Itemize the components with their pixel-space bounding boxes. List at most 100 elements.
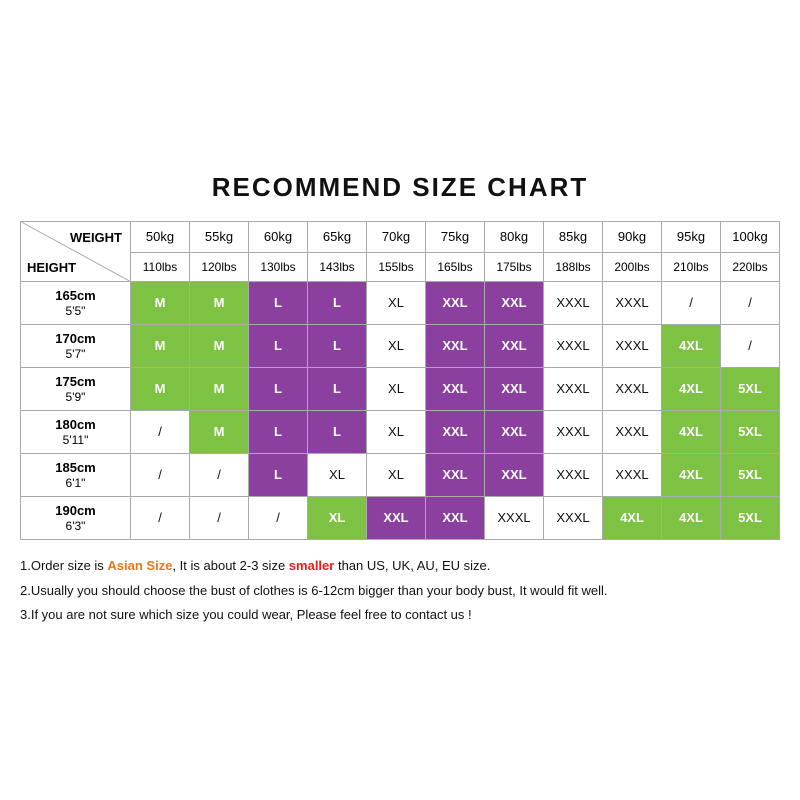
size-cell: L xyxy=(249,324,308,367)
size-cell: M xyxy=(131,367,190,410)
size-cell: / xyxy=(721,281,780,324)
size-cell: XXXL xyxy=(603,410,662,453)
size-cell: M xyxy=(190,367,249,410)
size-cell: M xyxy=(190,281,249,324)
kg-header: 70kg xyxy=(367,221,426,252)
kg-header: 65kg xyxy=(308,221,367,252)
lbs-header: 188lbs xyxy=(544,252,603,281)
size-cell: XXXL xyxy=(544,410,603,453)
size-cell: / xyxy=(131,496,190,539)
size-cell: XXXL xyxy=(485,496,544,539)
size-cell: 4XL xyxy=(662,410,721,453)
size-cell: / xyxy=(662,281,721,324)
notes-section: 1.Order size is Asian Size, It is about … xyxy=(20,554,780,628)
lbs-header: 143lbs xyxy=(308,252,367,281)
size-cell: / xyxy=(721,324,780,367)
size-cell: L xyxy=(249,281,308,324)
size-cell: XXXL xyxy=(603,453,662,496)
size-cell: XXL xyxy=(426,496,485,539)
diagonal-header-cell: WEIGHT HEIGHT xyxy=(21,221,131,281)
size-cell: XXXL xyxy=(544,324,603,367)
size-cell: XXL xyxy=(485,367,544,410)
size-cell: XL xyxy=(367,453,426,496)
size-cell: L xyxy=(249,410,308,453)
size-cell: XXXL xyxy=(544,367,603,410)
size-cell: XXXL xyxy=(603,281,662,324)
kg-header: 60kg xyxy=(249,221,308,252)
kg-header: 50kg xyxy=(131,221,190,252)
lbs-header: 130lbs xyxy=(249,252,308,281)
size-cell: 4XL xyxy=(662,453,721,496)
size-cell: L xyxy=(308,410,367,453)
height-cm: 185cm6'1" xyxy=(21,453,131,496)
size-cell: XL xyxy=(367,367,426,410)
size-cell: XXL xyxy=(485,281,544,324)
size-cell: M xyxy=(190,410,249,453)
size-cell: XXL xyxy=(485,410,544,453)
height-cm: 190cm6'3" xyxy=(21,496,131,539)
size-cell: XL xyxy=(367,281,426,324)
lbs-header: 110lbs xyxy=(131,252,190,281)
size-cell: XXXL xyxy=(603,324,662,367)
lbs-header: 175lbs xyxy=(485,252,544,281)
size-cell: XXL xyxy=(485,453,544,496)
size-cell: XXL xyxy=(426,410,485,453)
size-cell: XXXL xyxy=(603,367,662,410)
size-cell: 4XL xyxy=(662,324,721,367)
size-cell: XXL xyxy=(426,367,485,410)
note-line: 2.Usually you should choose the bust of … xyxy=(20,579,780,604)
size-cell: XXL xyxy=(426,453,485,496)
lbs-header: 220lbs xyxy=(721,252,780,281)
kg-header: 80kg xyxy=(485,221,544,252)
size-cell: 5XL xyxy=(721,496,780,539)
kg-header: 90kg xyxy=(603,221,662,252)
kg-header: 75kg xyxy=(426,221,485,252)
size-cell: XXXL xyxy=(544,496,603,539)
size-chart-container: WEIGHT HEIGHT 50kg55kg60kg65kg70kg75kg80… xyxy=(20,221,780,540)
size-cell: 5XL xyxy=(721,453,780,496)
size-cell: XL xyxy=(308,496,367,539)
size-cell: 4XL xyxy=(662,496,721,539)
kg-header: 95kg xyxy=(662,221,721,252)
lbs-header: 165lbs xyxy=(426,252,485,281)
size-cell: L xyxy=(249,453,308,496)
size-cell: / xyxy=(190,496,249,539)
size-cell: XL xyxy=(367,410,426,453)
size-cell: L xyxy=(308,367,367,410)
size-cell: 5XL xyxy=(721,410,780,453)
height-cm: 175cm5'9" xyxy=(21,367,131,410)
lbs-header: 120lbs xyxy=(190,252,249,281)
height-cm: 180cm5'11" xyxy=(21,410,131,453)
note-line: 3.If you are not sure which size you cou… xyxy=(20,603,780,628)
size-cell: XXXL xyxy=(544,281,603,324)
size-cell: / xyxy=(131,453,190,496)
size-cell: / xyxy=(131,410,190,453)
lbs-header: 210lbs xyxy=(662,252,721,281)
note-line: 1.Order size is Asian Size, It is about … xyxy=(20,554,780,579)
size-cell: XXL xyxy=(485,324,544,367)
kg-header: 55kg xyxy=(190,221,249,252)
size-cell: 4XL xyxy=(662,367,721,410)
lbs-header: 200lbs xyxy=(603,252,662,281)
size-cell: XXL xyxy=(367,496,426,539)
kg-header: 85kg xyxy=(544,221,603,252)
size-cell: XL xyxy=(367,324,426,367)
size-cell: M xyxy=(190,324,249,367)
size-cell: XL xyxy=(308,453,367,496)
size-cell: / xyxy=(190,453,249,496)
size-cell: 5XL xyxy=(721,367,780,410)
height-cm: 165cm5'5" xyxy=(21,281,131,324)
size-cell: / xyxy=(249,496,308,539)
size-cell: M xyxy=(131,281,190,324)
size-cell: L xyxy=(249,367,308,410)
size-cell: L xyxy=(308,324,367,367)
size-cell: XXXL xyxy=(544,453,603,496)
size-cell: L xyxy=(308,281,367,324)
size-cell: 4XL xyxy=(603,496,662,539)
kg-header: 100kg xyxy=(721,221,780,252)
size-cell: M xyxy=(131,324,190,367)
lbs-header: 155lbs xyxy=(367,252,426,281)
size-cell: XXL xyxy=(426,324,485,367)
height-cm: 170cm5'7" xyxy=(21,324,131,367)
size-cell: XXL xyxy=(426,281,485,324)
